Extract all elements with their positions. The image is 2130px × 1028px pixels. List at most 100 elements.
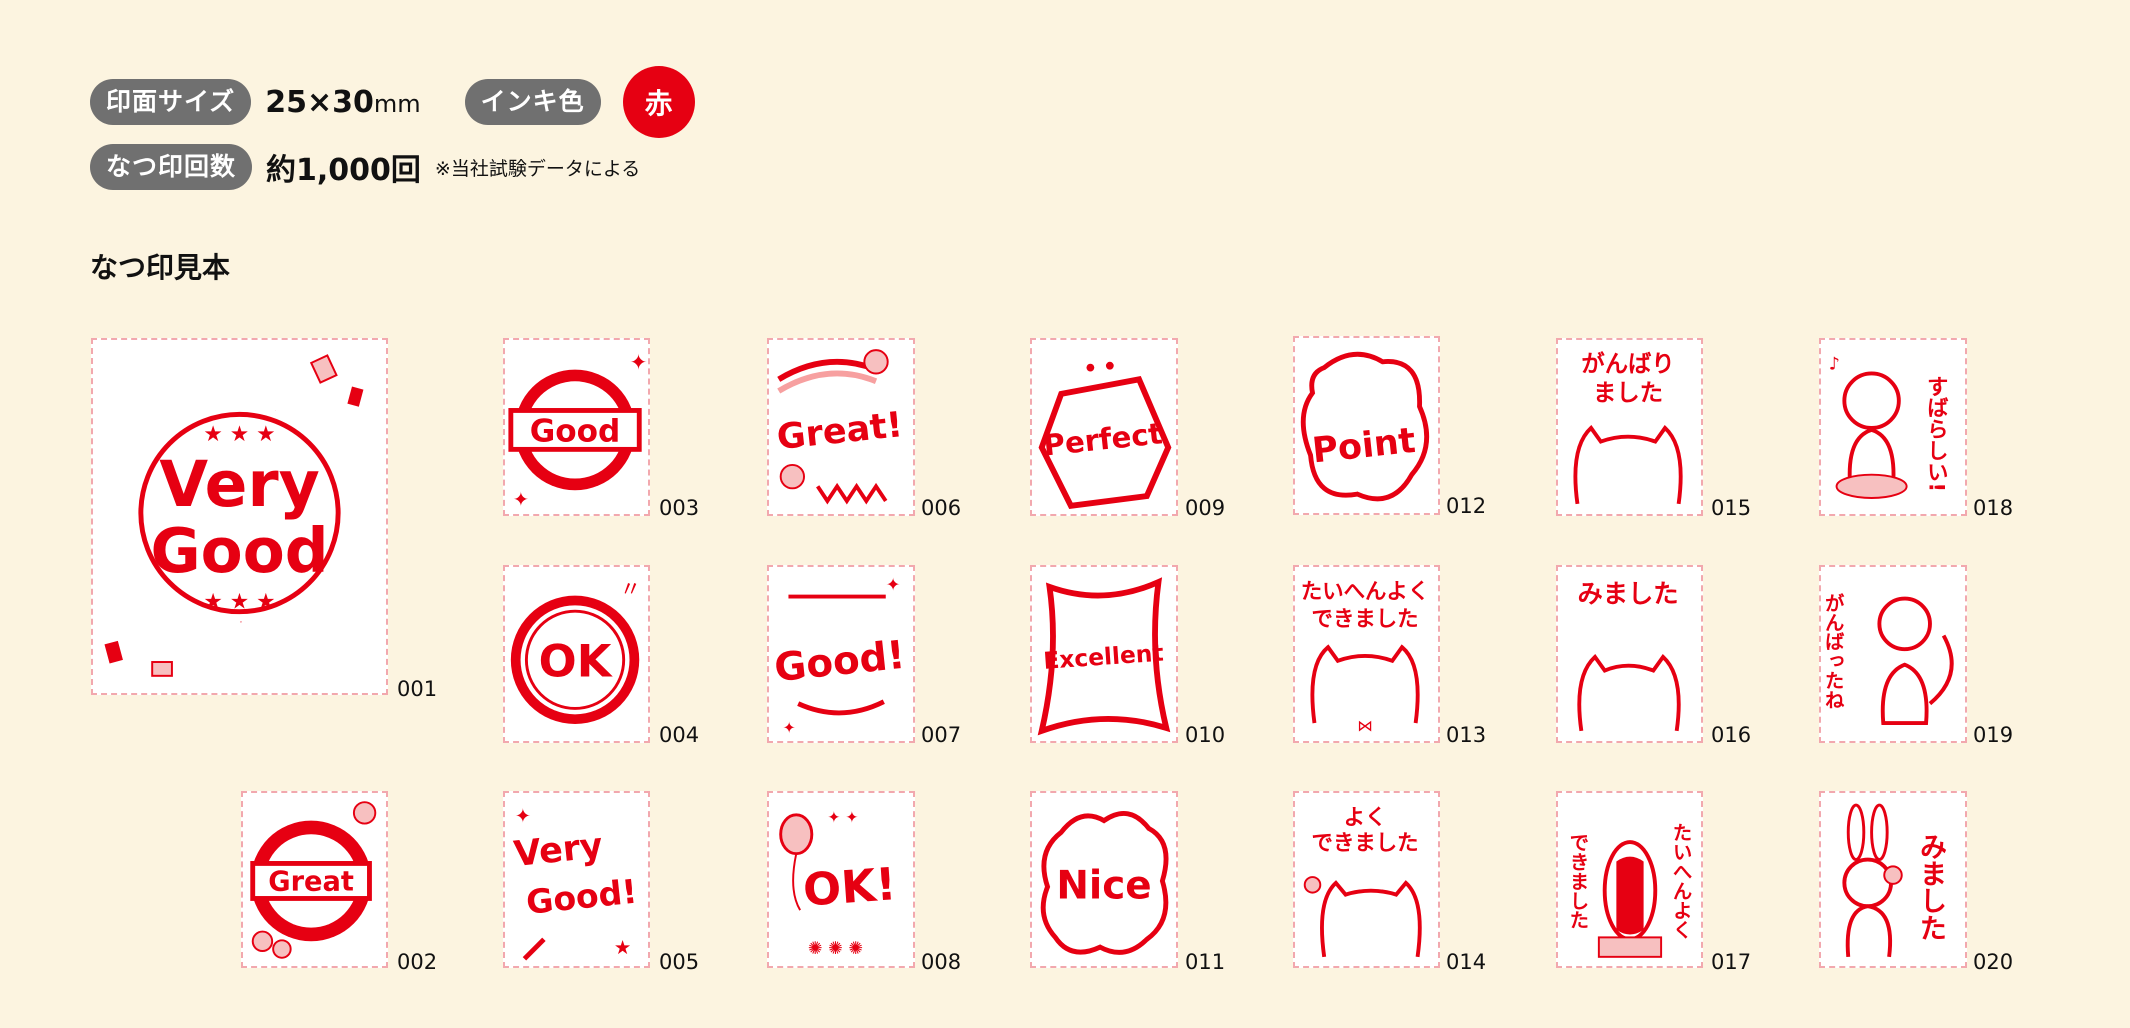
stamp-011: Nice [1030,791,1178,968]
squirrel-stamp-art: がんばったね [1821,592,1954,726]
stamp-004: OK 〃 [503,565,650,743]
svg-text:できました: できました [1312,831,1419,856]
cat-ganbari-stamp-art: がんばり ました [1573,350,1683,505]
svg-text:✦: ✦ [630,351,648,376]
svg-text:みました: みました [1914,832,1946,941]
stamp-012: Point [1293,336,1440,515]
stamp-007: Good! ✦ ✦ [767,565,915,743]
svg-text:たいへんよく: たいへんよく [1669,823,1692,940]
very-good-stamp-art: Very Good ★ ★ ★ ★ ★ ★ [104,354,364,677]
size-value: 25×30mm [265,84,421,120]
point-stamp-art: Point [1300,351,1430,502]
stamp-number-006: 006 [921,496,962,520]
stamp-number-007: 007 [921,723,962,747]
count-value: 約1,000回 [266,153,421,188]
ok-exclaim-stamp-art: OK! ✦ ✦ ✺ ✺ ✺ [779,809,898,959]
stamp-number-018: 018 [1973,496,2014,520]
stamp-number-011: 011 [1185,950,1226,974]
stamp-019: がんばったね [1819,565,1967,743]
good-stamp-art: Good ✦ ✦ [508,351,648,511]
svg-text:〃: 〃 [620,578,641,603]
stamp-number-002: 002 [397,950,438,974]
stamp-009: Perfect [1030,338,1178,516]
svg-text:できました: できました [1312,607,1419,632]
svg-text:Great!: Great! [775,404,905,458]
svg-text:Very: Very [159,447,320,521]
svg-text:Good: Good [530,414,621,450]
stamp-number-020: 020 [1973,950,2014,974]
svg-text:♪: ♪ [1829,355,1840,375]
stamp-013: たいへんよく できました ⋈ [1293,565,1440,743]
great-stamp-art: Great [250,801,377,959]
cat-yoku-stamp-art: よく できました [1303,806,1422,958]
svg-text:★ ★ ★: ★ ★ ★ [203,590,275,615]
cat-mimashita-stamp-art: みました [1577,579,1681,732]
stamp-018: すばらしい! ♪ [1819,338,1967,516]
svg-text:Good!: Good! [772,633,907,691]
count-note: ※当社試験データによる [434,157,641,180]
stamp-number-005: 005 [659,950,700,974]
good-exclaim-stamp-art: Good! ✦ ✦ [772,576,907,737]
svg-text:がんばり: がんばり [1581,350,1674,378]
svg-text:✦: ✦ [515,805,531,828]
stamp-015: がんばり ました [1556,338,1703,516]
stamp-010: Excellent [1030,565,1178,743]
svg-text:✦: ✦ [513,488,529,511]
stamp-number-013: 013 [1446,723,1487,747]
svg-text:Good!: Good! [524,872,639,922]
svg-text:ました: ました [1593,379,1663,407]
stamp-number-019: 019 [1973,723,2014,747]
count-label-pill: なつ印回数 [90,144,253,190]
stamp-003: Good ✦ ✦ [503,338,650,516]
svg-text:★ ★ ★: ★ ★ ★ [203,422,275,447]
svg-text:✦: ✦ [783,719,796,737]
svg-text:がんばったね: がんばったね [1821,592,1844,710]
svg-text:Very: Very [512,825,605,875]
ok-stamp-art: OK 〃 [510,578,641,725]
svg-text:✦: ✦ [886,576,901,596]
svg-text:できました: できました [1566,832,1589,929]
stamp-number-016: 016 [1711,723,1752,747]
svg-text:Great: Great [268,867,354,898]
svg-text:みました: みました [1577,579,1678,608]
svg-text:OK!: OK! [801,857,898,916]
stamp-number-012: 012 [1446,494,1487,518]
stamp-001: Very Good ★ ★ ★ ★ ★ ★ [91,338,388,695]
svg-text:Good: Good [150,516,328,587]
stamp-005: Very Good! ✦ ★ [503,791,650,968]
stamp-020: みました [1819,791,1967,968]
stamp-008: OK! ✦ ✦ ✺ ✺ ✺ [767,791,915,968]
svg-text:Nice: Nice [1056,863,1151,908]
nice-stamp-art: Nice [1040,811,1169,955]
stamp-002: Great [241,791,388,968]
stamp-number-017: 017 [1711,950,1752,974]
stamp-number-014: 014 [1446,950,1487,974]
size-label-pill: 印面サイズ [90,79,252,125]
very-good-exclaim-stamp-art: Very Good! ✦ ★ [512,805,639,961]
stamp-014: よく できました [1293,791,1440,968]
svg-text:よく: よく [1344,806,1387,831]
ink-color-badge: 赤 [622,66,695,138]
svg-text:OK: OK [539,634,614,687]
stamp-number-008: 008 [921,950,962,974]
perfect-stamp-art: Perfect [1038,361,1172,509]
stamp-number-001: 001 [397,677,438,701]
svg-text:✺ ✺ ✺: ✺ ✺ ✺ [808,939,863,959]
stamp-number-010: 010 [1185,723,1226,747]
penguin-stamp-art: できました たいへんよく [1566,823,1692,958]
ink-label-pill: インキ色 [464,79,601,125]
cat-taihen-stamp-art: たいへんよく できました ⋈ [1301,580,1429,735]
great-exclaim-stamp-art: Great! [775,349,905,505]
spec-row-count: なつ印回数 約1,000回 ※当社試験データによる [90,144,640,190]
svg-text:✦ ✦: ✦ ✦ [827,809,858,827]
section-title: なつ印見本 [90,251,231,284]
stamp-number-004: 004 [659,723,700,747]
stamp-number-015: 015 [1711,496,1752,520]
stamp-017: できました たいへんよく [1556,791,1703,968]
stamp-number-009: 009 [1185,496,1226,520]
spec-row-size: 印面サイズ 25×30mm インキ色 赤 [90,66,695,138]
stamp-006: Great! [767,338,915,516]
frog-stamp-art: すばらしい! ♪ [1829,355,1948,499]
excellent-stamp-art: Excellent [1037,577,1171,736]
svg-text:たいへんよく: たいへんよく [1301,580,1429,605]
